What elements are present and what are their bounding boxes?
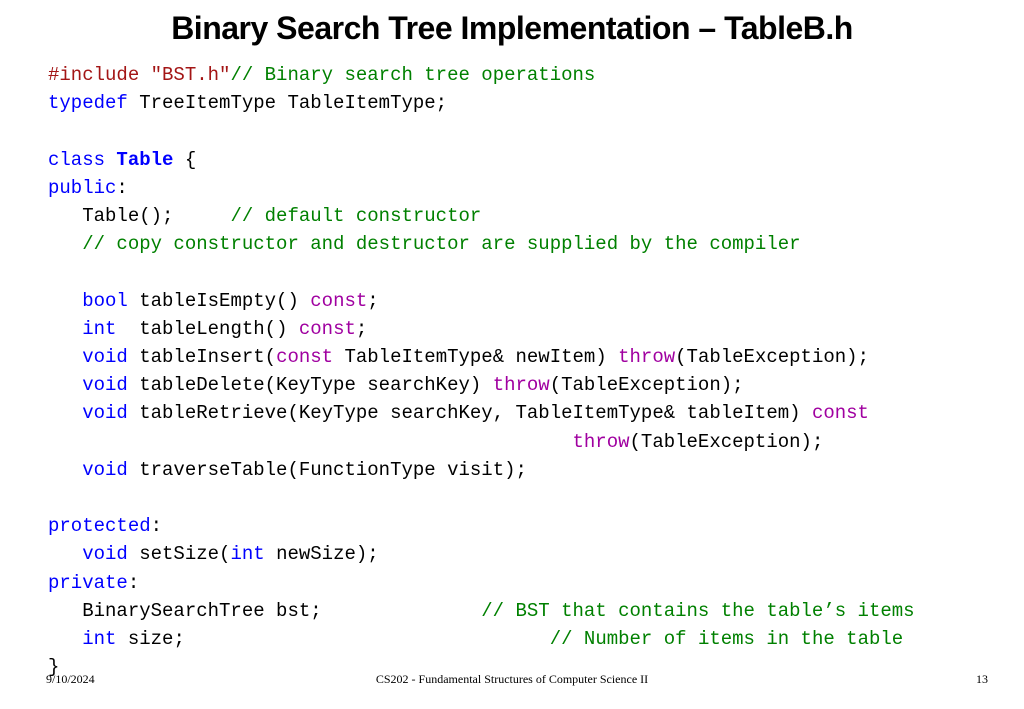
tok-plain: newSize); [265,543,379,565]
tok-comment: // BST that contains the table’s items [481,600,914,622]
tok-plain [48,459,82,481]
code-block: #include "BST.h"// Binary search tree op… [0,61,1024,681]
tok-plain: tableIsEmpty() [128,290,310,312]
tok-comment: // default constructor [230,205,481,227]
tok-comment: // copy constructor and destructor are s… [82,233,800,255]
tok-plain: (TableException); [550,374,744,396]
tok-plain: tableDelete(KeyType searchKey) [128,374,493,396]
tok-comment: // Number of items in the table [550,628,903,650]
tok-plain: { [173,149,196,171]
tok-include: #include [48,64,151,86]
tok-keyword: int [82,628,116,650]
tok-plain: TreeItemType TableItemType; [128,92,447,114]
slide: Binary Search Tree Implementation – Tabl… [0,0,1024,709]
tok-plain: : [116,177,127,199]
tok-keyword: protected [48,515,151,537]
tok-plain: size; [116,628,549,650]
tok-plain: traverseTable(FunctionType visit); [128,459,527,481]
tok-keyword: throw [618,346,675,368]
tok-plain: Table(); [48,205,230,227]
tok-keyword: int [82,318,116,340]
tok-keyword: bool [82,290,128,312]
tok-keyword: class [48,149,105,171]
tok-plain [48,346,82,368]
tok-classname: Table [116,149,173,171]
tok-keyword: const [310,290,367,312]
tok-plain [48,543,82,565]
tok-plain: tableLength() [116,318,298,340]
tok-plain: (TableException); [675,346,869,368]
tok-plain: (TableException); [630,431,824,453]
tok-plain: ; [367,290,378,312]
tok-plain [105,149,116,171]
tok-keyword: throw [493,374,550,396]
tok-plain [48,431,573,453]
tok-plain [48,233,82,255]
slide-title: Binary Search Tree Implementation – Tabl… [0,10,1024,47]
tok-plain [48,318,82,340]
tok-keyword: private [48,572,128,594]
tok-comment: // Binary search tree operations [230,64,595,86]
tok-keyword: const [812,402,869,424]
tok-plain [48,628,82,650]
tok-plain [48,402,82,424]
tok-plain [48,290,82,312]
footer-center: CS202 - Fundamental Structures of Comput… [0,672,1024,687]
tok-plain: TableItemType& newItem) [333,346,618,368]
tok-plain: tableInsert( [128,346,276,368]
tok-keyword: void [82,459,128,481]
tok-plain: tableRetrieve(KeyType searchKey, TableIt… [128,402,812,424]
tok-keyword: void [82,543,128,565]
tok-keyword: void [82,402,128,424]
tok-keyword: const [276,346,333,368]
tok-keyword: const [299,318,356,340]
tok-keyword: throw [573,431,630,453]
tok-plain: BinarySearchTree bst; [48,600,481,622]
tok-plain: : [128,572,139,594]
tok-string: "BST.h" [151,64,231,86]
tok-plain [48,374,82,396]
tok-keyword: public [48,177,116,199]
tok-plain: : [151,515,162,537]
tok-plain: setSize( [128,543,231,565]
tok-keyword: int [230,543,264,565]
tok-keyword: void [82,374,128,396]
tok-keyword: typedef [48,92,128,114]
footer-page: 13 [976,672,988,687]
tok-plain: ; [356,318,367,340]
tok-keyword: void [82,346,128,368]
